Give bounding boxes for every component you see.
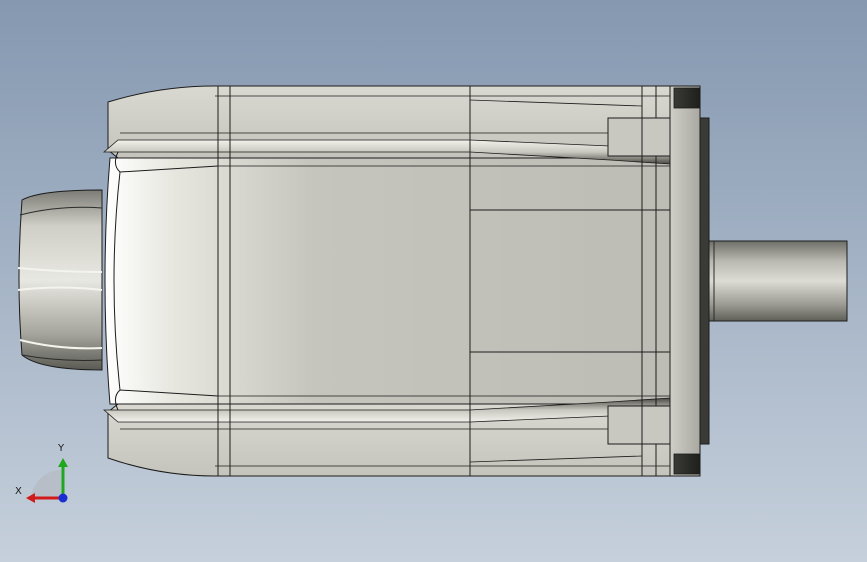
axis-x-label: X: [15, 486, 22, 497]
coordinate-triad: [26, 458, 68, 503]
axis-y-label: Y: [58, 443, 65, 454]
graphics-viewport[interactable]: X Y: [0, 0, 867, 562]
